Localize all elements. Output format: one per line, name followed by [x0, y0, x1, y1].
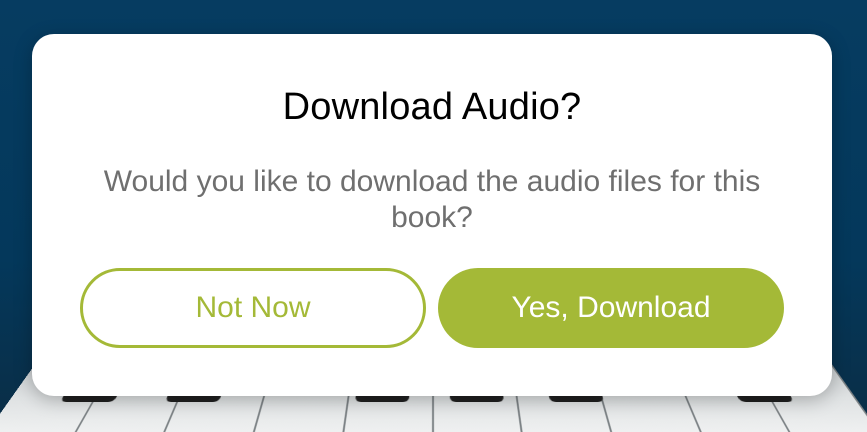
dialog-title: Download Audio? — [282, 86, 582, 128]
download-audio-dialog: Download Audio? Would you like to downlo… — [32, 34, 832, 396]
dialog-message: Would you like to download the audio fil… — [103, 165, 761, 234]
not-now-button[interactable]: Not Now — [80, 268, 426, 348]
yes-download-button[interactable]: Yes, Download — [438, 268, 784, 348]
